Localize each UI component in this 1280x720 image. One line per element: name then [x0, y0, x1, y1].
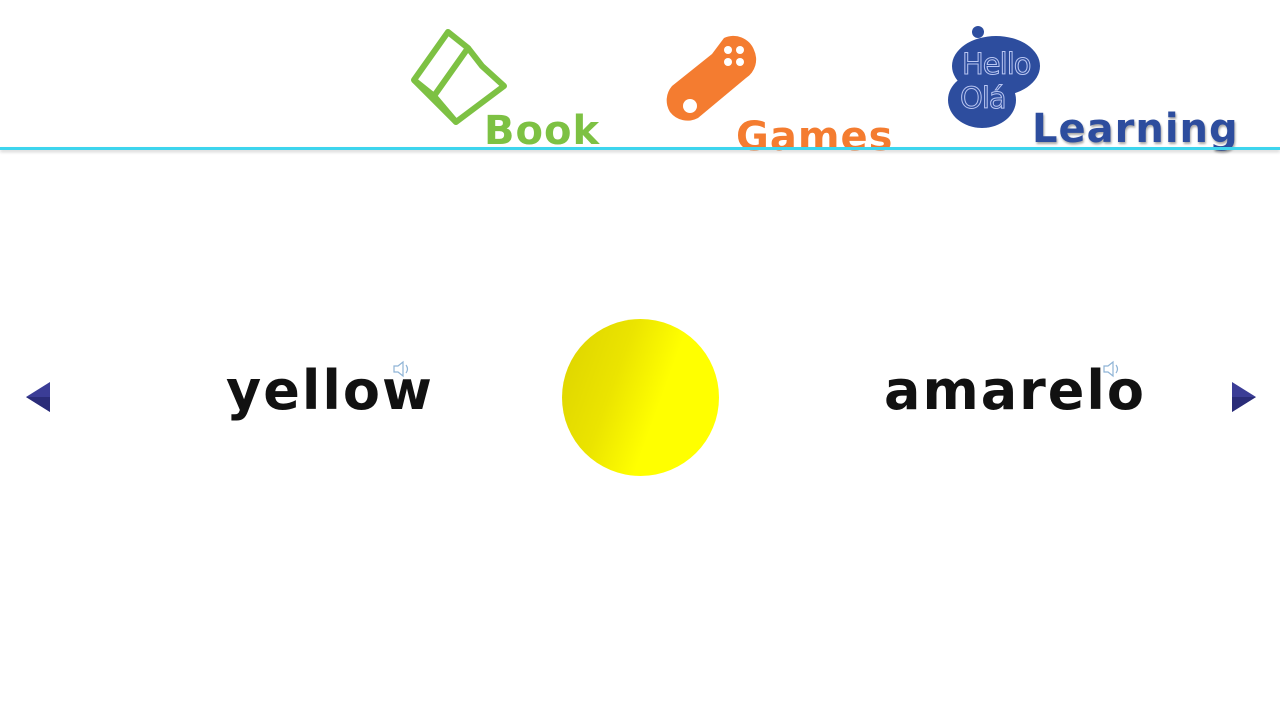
nav-learning-button[interactable]: Hello Olá Learning [944, 22, 1238, 149]
yellow-color-swatch [562, 319, 719, 476]
nav-learning-label: Learning [1032, 106, 1239, 152]
speaker-icon [393, 360, 409, 378]
logo-hello-text: Hello [962, 47, 1033, 81]
nav-games-button[interactable]: Games [664, 30, 892, 157]
next-button[interactable] [1230, 380, 1258, 418]
speaker-icon [1103, 360, 1119, 378]
header: Book Games Hello Olá Learning [0, 0, 1280, 157]
triangle-right-icon [1232, 382, 1256, 412]
portuguese-audio-button[interactable] [1102, 360, 1122, 382]
gamepad-icon [666, 35, 757, 121]
logo-ola-text: Olá [960, 81, 1008, 115]
previous-button[interactable] [24, 380, 52, 418]
nav-book-button[interactable]: Book [410, 26, 599, 151]
triangle-left-icon [26, 382, 50, 412]
nav-games-label: Games [736, 114, 894, 160]
header-divider [0, 147, 1280, 150]
english-audio-button[interactable] [392, 360, 412, 382]
nav-book-label: Book [484, 108, 601, 154]
